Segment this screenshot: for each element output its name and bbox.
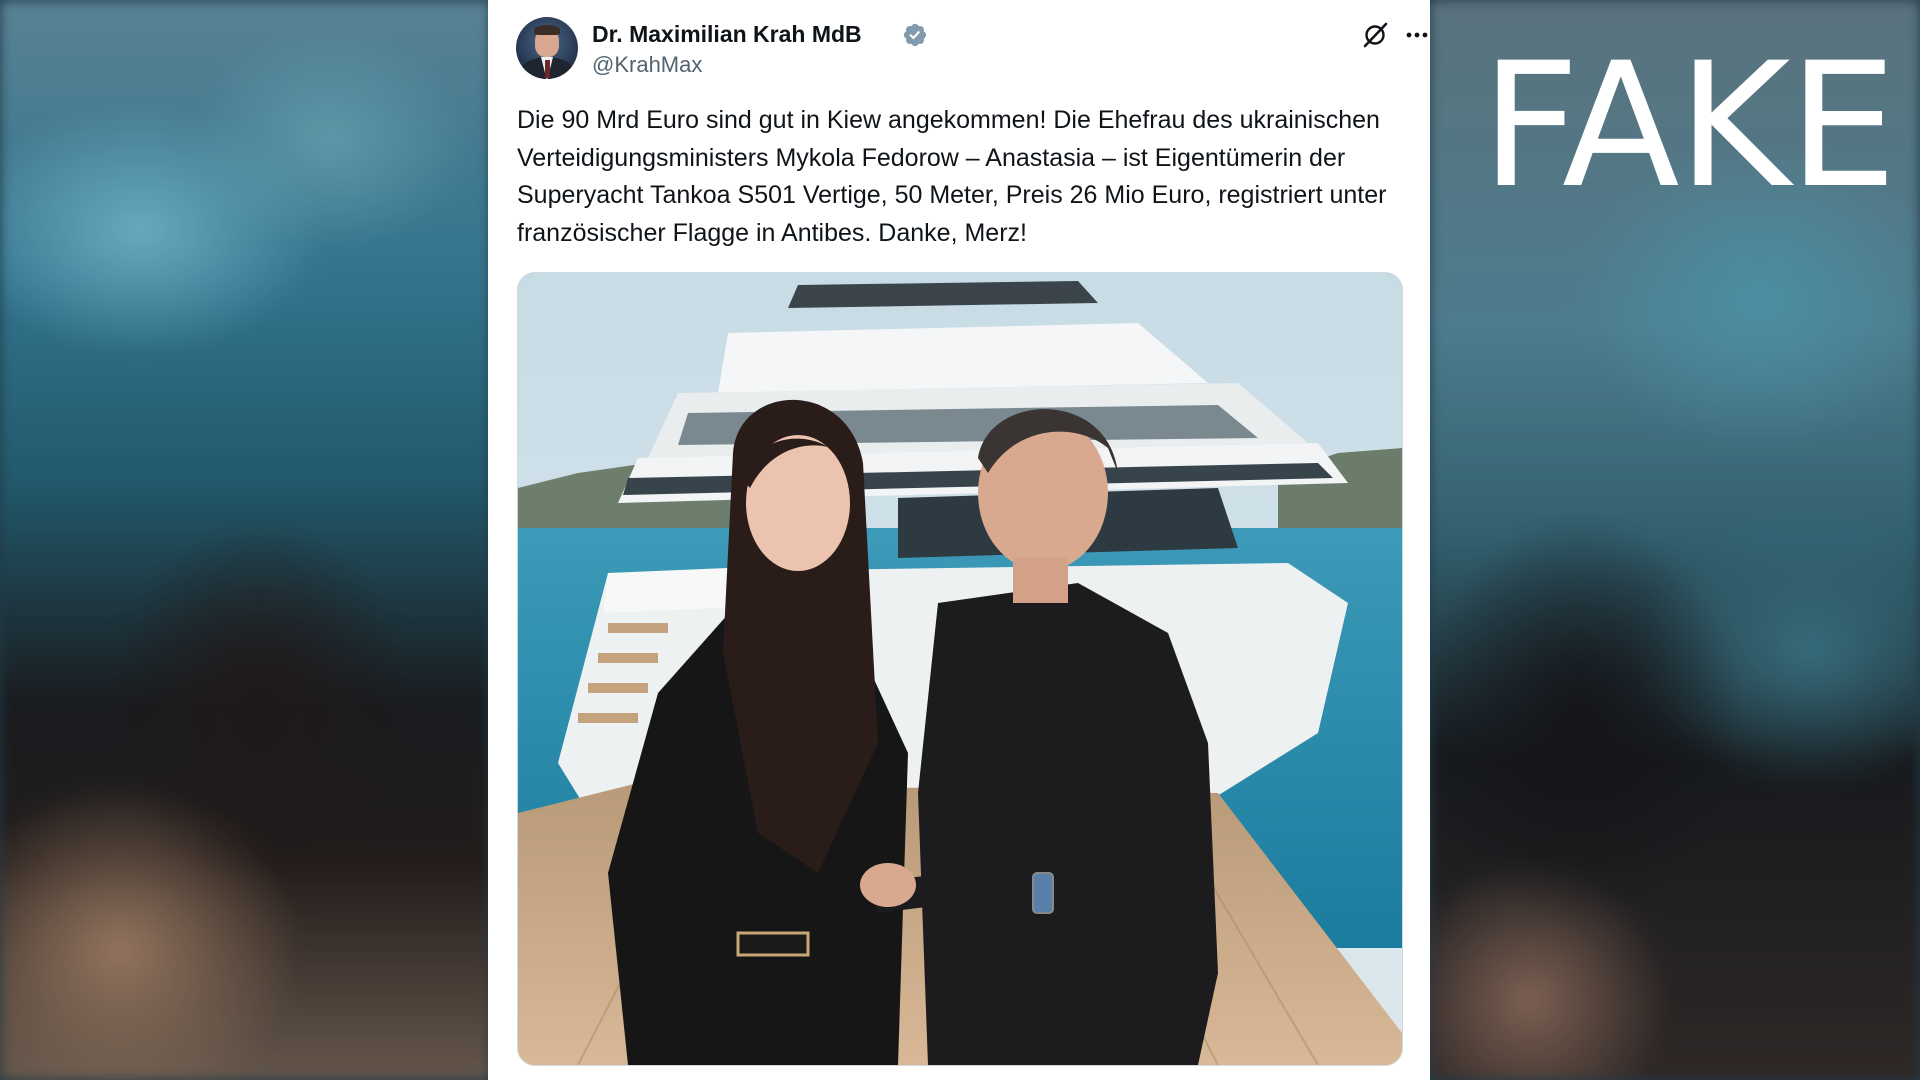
tweet-text: Die 90 Mrd Euro sind gut in Kiew angekom… [517,106,1387,247]
verified-badge-icon [903,23,927,47]
author-display-name[interactable]: Dr. Maximilian Krah MdB [592,20,862,48]
background-shade-left [0,0,490,1080]
avatar[interactable] [516,17,578,79]
grok-icon[interactable] [1360,20,1390,50]
tweet-card: Dr. Maximilian Krah MdB @KrahMax Die 90 … [488,0,1430,1080]
tweet-media-photo[interactable] [517,272,1403,1066]
tweet-header: Dr. Maximilian Krah MdB @KrahMax [516,17,1428,81]
more-options-icon[interactable] [1402,20,1430,50]
yacht-couple-photo [518,273,1402,1065]
author-handle[interactable]: @KrahMax [592,51,702,79]
fake-label: FAKE [1480,25,1897,226]
